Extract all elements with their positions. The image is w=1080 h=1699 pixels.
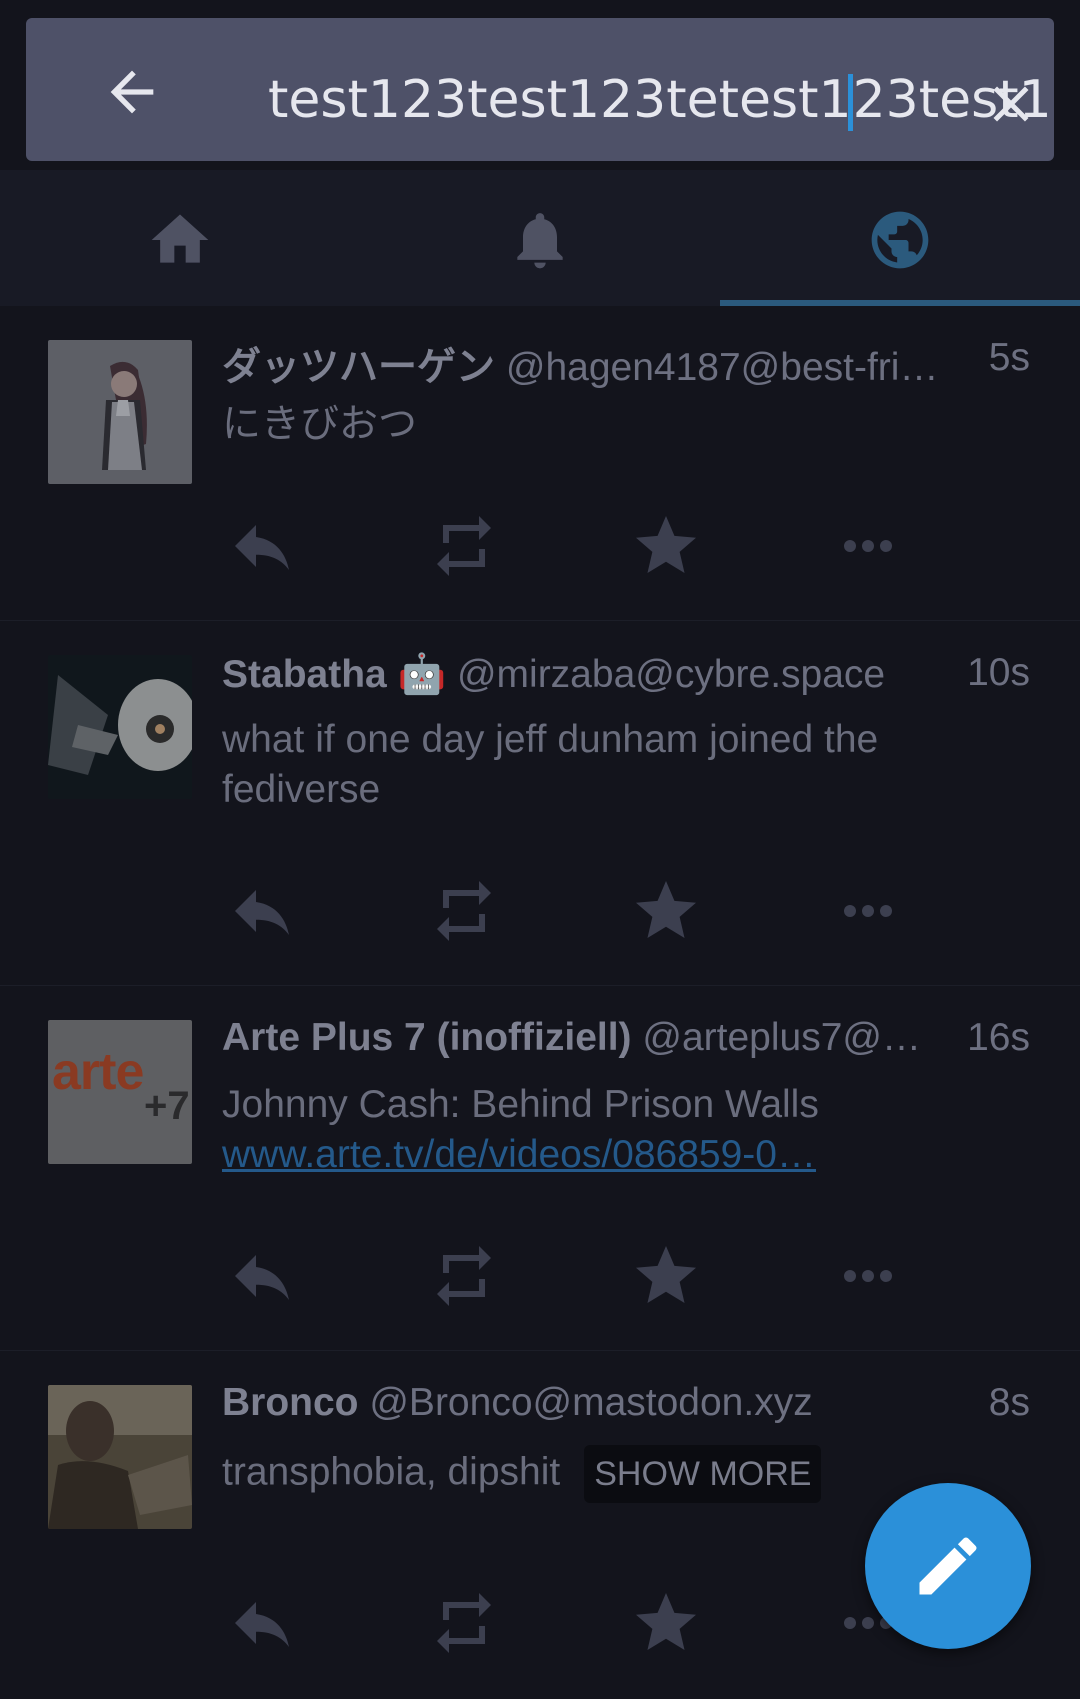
status-item[interactable]: Stabatha 🤖 @mirzaba@cybre.space 10s what… <box>0 621 1080 986</box>
boost-icon[interactable] <box>424 1583 504 1663</box>
status-content: what if one day jeff dunham joined the f… <box>222 715 1010 815</box>
status-text: what if one day jeff dunham joined the f… <box>222 718 879 811</box>
text-caret <box>847 74 853 131</box>
reply-icon[interactable] <box>222 1583 302 1663</box>
arrow-back-icon[interactable] <box>100 60 164 124</box>
account-handle[interactable]: @hagen4187@best-fri… <box>506 346 939 388</box>
globe-icon <box>871 211 929 269</box>
more-icon[interactable] <box>828 506 908 586</box>
tab-bar <box>0 170 1080 306</box>
favourite-icon[interactable] <box>626 871 706 951</box>
favourite-icon[interactable] <box>626 506 706 586</box>
avatar[interactable] <box>48 340 192 484</box>
account-handle[interactable]: @Bronco@mastodon.xyz <box>369 1381 812 1424</box>
favourite-icon[interactable] <box>626 1236 706 1316</box>
more-icon[interactable] <box>828 871 908 951</box>
account-handle[interactable]: @arteplus7@… <box>642 1016 921 1059</box>
compose-button[interactable] <box>865 1483 1031 1649</box>
status-content: にきびおつ <box>222 400 1010 450</box>
avatar[interactable]: arte +7 <box>48 1020 192 1164</box>
account-handle[interactable]: @mirzaba@cybre.space <box>457 653 885 696</box>
status-actions <box>222 1236 922 1316</box>
reply-icon[interactable] <box>222 871 302 951</box>
display-name[interactable]: Bronco <box>222 1381 359 1424</box>
pencil-icon <box>919 1537 977 1595</box>
status-item[interactable]: ダッツハーゲン @hagen4187@best-fri… 5s にきびおつ <box>0 306 1080 621</box>
favourite-icon[interactable] <box>626 1583 706 1663</box>
timestamp: 8s <box>978 1381 1030 1425</box>
status-link[interactable]: www.arte.tv/de/videos/086859-0… <box>222 1133 816 1176</box>
status-actions <box>222 1583 922 1663</box>
status-actions <box>222 871 922 951</box>
status-header: Bronco @Bronco@mastodon.xyz 8s <box>222 1381 1030 1433</box>
status-text: transphobia, dipshit <box>222 1450 561 1494</box>
status-header: Stabatha 🤖 @mirzaba@cybre.space 10s <box>222 651 1030 703</box>
more-icon[interactable] <box>828 1236 908 1316</box>
status-header: ダッツハーゲン @hagen4187@best-fri… 5s <box>222 336 1030 388</box>
boost-icon[interactable] <box>424 871 504 951</box>
reply-icon[interactable] <box>222 506 302 586</box>
display-name[interactable]: ダッツハーゲン <box>222 346 495 388</box>
status-item[interactable]: arte +7 Arte Plus 7 (inoffiziell) @artep… <box>0 986 1080 1351</box>
avatar[interactable] <box>48 1385 192 1529</box>
status-text: Johnny Cash: Behind Prison Walls <box>222 1083 819 1126</box>
search-input[interactable]: test123test123tetest123test123te <box>268 74 1054 131</box>
tab-federated[interactable] <box>720 170 1080 306</box>
timestamp: 5s <box>978 336 1030 380</box>
status-content: transphobia, dipshit SHOW MORE <box>222 1445 1010 1503</box>
bell-icon <box>517 213 563 269</box>
status-actions <box>222 506 922 586</box>
reply-icon[interactable] <box>222 1236 302 1316</box>
boost-icon[interactable] <box>424 506 504 586</box>
timestamp: 16s <box>957 1016 1030 1060</box>
show-more-button[interactable]: SHOW MORE <box>584 1445 822 1503</box>
avatar[interactable] <box>48 655 192 799</box>
home-icon <box>151 214 209 263</box>
status-header: Arte Plus 7 (inoffiziell) @arteplus7@… 1… <box>222 1016 1030 1068</box>
tab-home[interactable] <box>0 170 360 306</box>
display-name[interactable]: Stabatha 🤖 <box>222 653 446 696</box>
timeline-feed: ダッツハーゲン @hagen4187@best-fri… 5s にきびおつ St… <box>0 306 1080 1691</box>
arte-logo-plus7: +7 <box>144 1084 190 1128</box>
close-icon[interactable] <box>981 74 1041 134</box>
boost-icon[interactable] <box>424 1236 504 1316</box>
search-query[interactable]: test123test123tetest123test123te <box>268 74 1054 131</box>
status-text: にきびおつ <box>222 403 418 446</box>
timestamp: 10s <box>957 651 1030 695</box>
tab-notifications[interactable] <box>360 170 720 306</box>
arte-logo-text: arte <box>52 1043 144 1101</box>
search-bar: test123test123tetest123test123te <box>26 18 1054 161</box>
display-name[interactable]: Arte Plus 7 (inoffiziell) <box>222 1016 632 1059</box>
status-content: Johnny Cash: Behind Prison Walls www.art… <box>222 1080 1010 1180</box>
